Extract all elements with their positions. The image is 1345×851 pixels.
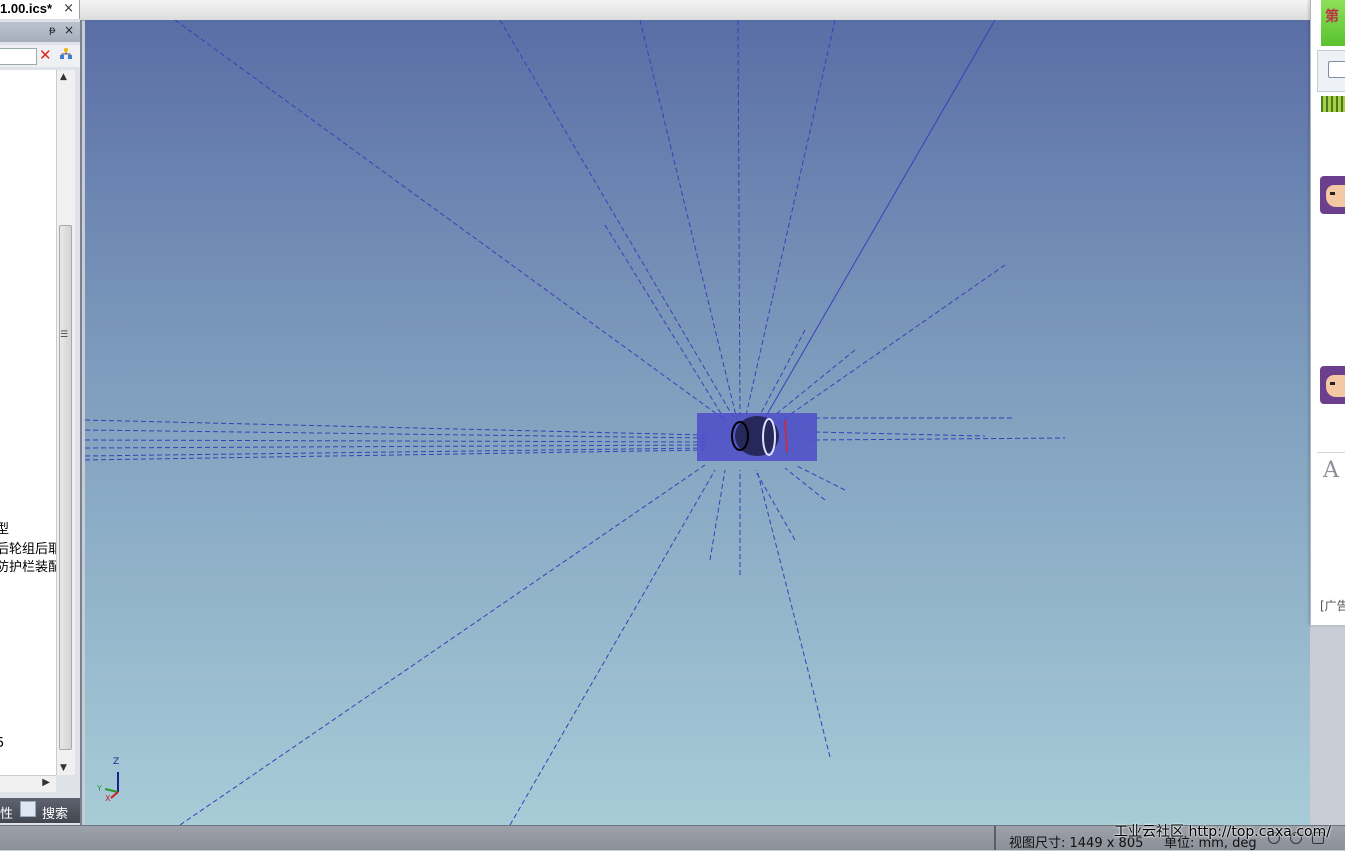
grass-thumbnail: [1321, 96, 1345, 112]
tree-view-icon[interactable]: [58, 47, 74, 63]
scroll-down-icon[interactable]: ▼: [60, 763, 67, 773]
panel-toolbar: ✕: [0, 45, 80, 67]
design-tree-panel: ᵽ × ✕ 型 后轮组后耶 防护栏装配 5 ▲ ☰ ▼ ▶ 性 搜索: [0, 20, 82, 825]
car-model: [697, 413, 817, 461]
status-separator: [994, 826, 996, 850]
tab-properties[interactable]: 性: [0, 803, 13, 822]
triad-y-label: Y: [96, 784, 102, 793]
scroll-grip-icon: ☰: [60, 330, 69, 340]
horizontal-scrollbar[interactable]: ▶: [0, 775, 56, 792]
watermark: 工业云社区 http://top.caxa.com/: [1114, 824, 1331, 840]
panel-close-icon[interactable]: ×: [64, 23, 74, 37]
3d-viewport[interactable]: Z Y X: [85, 20, 1310, 825]
model-wireframe: Z Y X: [85, 20, 1066, 825]
pin-icon[interactable]: ᵽ: [49, 25, 56, 36]
panel-header: ᵽ ×: [0, 22, 80, 42]
tree-item[interactable]: 5: [0, 736, 4, 751]
dashed-rays: [85, 20, 1066, 825]
vertical-scrollbar[interactable]: ▲ ☰ ▼: [56, 70, 75, 775]
design-tree: 型 后轮组后耶 防护栏装配 5: [0, 70, 56, 775]
side-ad-panel: 第 A [广告: [1310, 0, 1345, 625]
tree-item[interactable]: 后轮组后耶: [0, 538, 56, 557]
avatar[interactable]: [1320, 176, 1345, 214]
document-tab-title: 1.00.ics*: [0, 1, 53, 16]
panel-tabs: 性 搜索: [0, 798, 80, 823]
divider: [1317, 452, 1345, 453]
triad-z-label: Z: [113, 757, 119, 767]
close-icon[interactable]: ×: [63, 1, 74, 16]
tree-item[interactable]: 防护栏装配: [0, 556, 56, 575]
document-tab-strip: 1.00.ics* ×: [0, 0, 1310, 21]
chat-icon[interactable]: [1317, 50, 1345, 92]
ad-banner-glyph: 第: [1325, 9, 1339, 25]
tree-item[interactable]: 型: [0, 518, 9, 537]
axis-triad: Z Y X: [96, 757, 119, 803]
document-tab[interactable]: 1.00.ics* ×: [0, 0, 80, 19]
ad-banner[interactable]: 第: [1321, 0, 1345, 46]
font-icon[interactable]: A: [1323, 458, 1339, 483]
scroll-right-icon[interactable]: ▶: [42, 777, 50, 788]
clear-filter-icon[interactable]: ✕: [39, 46, 52, 64]
scroll-up-icon[interactable]: ▲: [60, 72, 67, 82]
solid-ray: [764, 20, 996, 419]
triad-x-label: X: [105, 794, 111, 803]
ad-label: [广告: [1320, 599, 1345, 613]
scroll-thumb[interactable]: [59, 225, 72, 750]
avatar[interactable]: [1320, 366, 1345, 404]
tab-search[interactable]: 搜索: [42, 803, 68, 822]
filter-input[interactable]: [0, 48, 37, 65]
search-icon[interactable]: [20, 801, 36, 817]
